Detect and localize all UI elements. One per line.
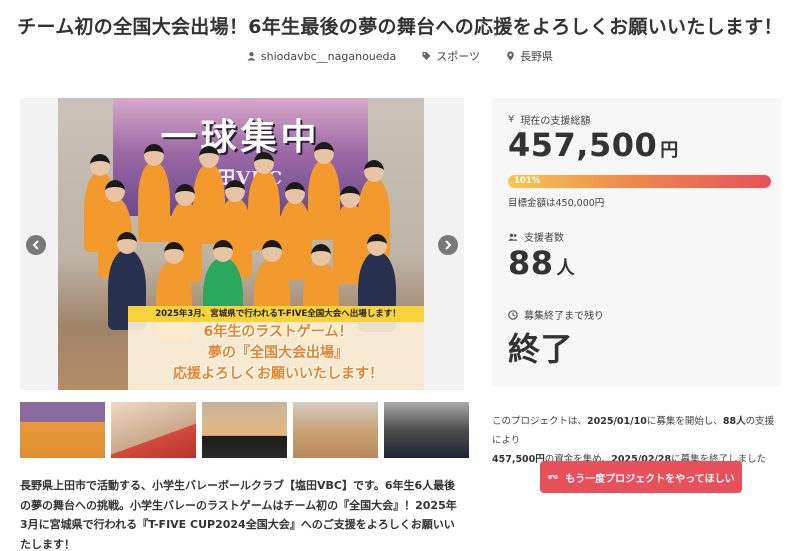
hero-photo: 一球集中 塩田VBC 2025年3月、宮城県で行われるT-FIVE全国大会へ出場… <box>58 98 424 390</box>
owner-name: shiodavbc__naganoueda <box>260 49 397 63</box>
category-link[interactable]: スポーツ <box>422 48 480 64</box>
location-name: 長野県 <box>520 50 554 63</box>
remaining-value: 終了 <box>508 330 574 368</box>
category-name: スポーツ <box>436 50 481 63</box>
total-amount: 457,500 円 <box>508 126 679 164</box>
thumbnail-1[interactable] <box>20 402 105 458</box>
progress-percent: 101% <box>514 176 541 186</box>
yen-icon: ¥ <box>508 114 515 125</box>
users-icon <box>508 233 518 241</box>
thumbnail-5[interactable] <box>384 402 469 458</box>
owner-link[interactable]: shiodavbc__naganoueda <box>247 48 396 64</box>
player <box>138 144 170 242</box>
total-label: ¥ 現在の支援総額 <box>508 114 591 127</box>
thumbnail-2[interactable] <box>111 402 196 458</box>
stats-panel: ¥ 現在の支援総額 457,500 円 101% 目標金額は450,000円 支援… <box>492 98 781 386</box>
location-link[interactable]: 長野県 <box>506 48 553 64</box>
supporters-label: 支援者数 <box>508 229 564 244</box>
player <box>248 152 280 250</box>
user-icon <box>247 52 256 61</box>
supporters-count: 88 人 <box>508 244 576 282</box>
page-title: チーム初の全国大会出場！6年生最後の夢の舞台への応援をよろしくお願いいたします！ <box>17 16 783 38</box>
caption-strip: 2025年3月、宮城県で行われるT-FIVE全国大会へ出場します！ <box>128 306 424 322</box>
project-meta: shiodavbc__naganoueda スポーツ 長野県 <box>0 48 800 64</box>
infinity-icon <box>548 475 559 479</box>
hero-carousel: 一球集中 塩田VBC 2025年3月、宮城県で行われるT-FIVE全国大会へ出場… <box>20 98 464 390</box>
caption-line-2: 夢の『全国大会出場』 <box>208 345 348 361</box>
caption-box: 6年生のラストゲーム！ 夢の『全国大会出場』 応援よろしくお願いいたします！ <box>128 322 424 390</box>
thumbnail-3[interactable] <box>202 402 287 458</box>
funding-progress-bar: 101% <box>508 175 771 188</box>
caption-line-1: 6年生のラストゲーム！ <box>203 324 353 340</box>
carousel-prev-button[interactable] <box>26 235 46 255</box>
thumbnail-4[interactable] <box>293 402 378 458</box>
caption-line-3: 応援よろしくお願いいたします！ <box>173 366 383 382</box>
project-description: 長野県上田市で活動する、小学生バレーボールクラブ【塩田VBC】です。6年生6人最… <box>20 479 457 551</box>
thumbnail-strip <box>20 402 469 458</box>
tag-icon <box>422 51 431 61</box>
summary-supporters: 88人 <box>722 416 746 427</box>
clock-icon <box>508 309 518 320</box>
start-date: 2025/01/10 <box>587 416 647 427</box>
chevron-right-icon <box>445 240 452 250</box>
chevron-left-icon <box>32 240 39 250</box>
carousel-next-button[interactable] <box>438 235 458 255</box>
goal-amount: 目標金額は450,000円 <box>508 198 605 209</box>
remaining-label: 募集終了まで残り <box>508 307 604 322</box>
location-pin-icon <box>507 51 514 61</box>
summary-amount: 457,500円 <box>492 454 545 465</box>
request-again-button[interactable]: もう一度プロジェクトをやってほしい <box>540 461 742 493</box>
request-again-label: もう一度プロジェクトをやってほしい <box>565 473 735 485</box>
